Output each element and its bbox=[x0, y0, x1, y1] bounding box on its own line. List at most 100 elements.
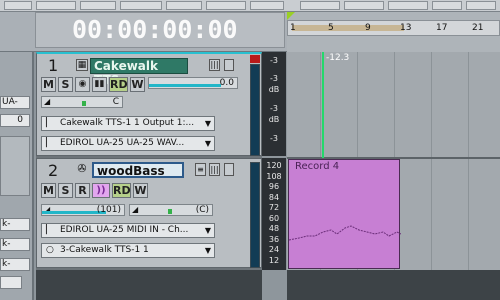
now-time-marker[interactable] bbox=[322, 52, 324, 158]
browser-dropdown[interactable]: UA- bbox=[0, 96, 30, 109]
output-dropdown[interactable]: ▏ Cakewalk TTS-1 1 Output 1:... ▼ bbox=[41, 116, 215, 131]
volume-slider[interactable]: 0.0 bbox=[148, 77, 238, 89]
input-echo-icon[interactable]: )) bbox=[92, 183, 110, 198]
ruler-tick: 21 bbox=[472, 23, 484, 33]
output-icon: ○ bbox=[46, 245, 54, 255]
grid-line bbox=[431, 52, 432, 270]
toolbar-button[interactable] bbox=[206, 1, 246, 10]
chevron-down-icon: ▼ bbox=[204, 119, 211, 128]
scale-label: 72 bbox=[268, 203, 280, 212]
clip-indicator[interactable] bbox=[250, 55, 260, 63]
track-meter bbox=[250, 162, 260, 268]
meter-scale: -3 -3 dB -3 dB -3 bbox=[262, 52, 286, 156]
toolbar-button[interactable] bbox=[36, 1, 76, 10]
strip-icon[interactable]: ||| bbox=[209, 163, 220, 176]
read-automation-button[interactable]: RD bbox=[112, 183, 131, 198]
track-number: 2 bbox=[48, 161, 59, 180]
browser-field[interactable]: 0 bbox=[0, 114, 30, 127]
left-browser-panel: UA- 0 k- k- k- bbox=[0, 52, 34, 300]
pan-value: (C) bbox=[195, 205, 209, 215]
strip-icon[interactable]: ||| bbox=[209, 59, 220, 71]
input-icon: ▏ bbox=[46, 225, 53, 235]
menu-icon[interactable] bbox=[224, 163, 234, 176]
scale-label: -3 bbox=[270, 104, 278, 113]
clip-note-data bbox=[289, 225, 401, 241]
input-icon: ▏ bbox=[46, 138, 53, 148]
pan-icon: ◢ bbox=[132, 205, 139, 214]
toolbar-button[interactable] bbox=[120, 1, 162, 10]
empty-clip-area[interactable] bbox=[287, 270, 500, 300]
write-automation-button[interactable]: W bbox=[133, 183, 148, 198]
pan-slider[interactable]: ◢ C bbox=[41, 96, 123, 108]
input-dropdown[interactable]: ▏ EDIROL UA-25 MIDI IN - Ch... ▼ bbox=[41, 223, 215, 238]
browser-button[interactable] bbox=[0, 276, 22, 289]
scale-label: -3 bbox=[270, 74, 278, 83]
empty-track-area[interactable] bbox=[36, 270, 262, 300]
read-automation-button[interactable]: RD bbox=[109, 77, 128, 92]
chevron-down-icon: ▼ bbox=[204, 246, 211, 255]
browser-dropdown[interactable]: k- bbox=[0, 238, 30, 251]
write-automation-button[interactable]: W bbox=[130, 77, 145, 92]
midi-clip[interactable]: Record 4 bbox=[288, 159, 401, 269]
output-label: Cakewalk TTS-1 1 Output 1:... bbox=[60, 118, 195, 128]
track-meter bbox=[250, 64, 260, 156]
track-strip-2[interactable]: 2 ✇ woodBass ≡ ||| M S R )) RD W ◢ (101)… bbox=[36, 158, 262, 268]
track-name[interactable]: woodBass bbox=[92, 162, 184, 178]
meter-scale: 120 108 96 84 72 60 48 36 24 12 bbox=[262, 158, 286, 270]
chevron-down-icon: ▼ bbox=[204, 226, 211, 235]
input-label: EDIROL UA-25 MIDI IN - Ch... bbox=[60, 225, 189, 235]
output-dropdown[interactable]: ○ 3-Cakewalk TTS-1 1 ▼ bbox=[41, 243, 215, 258]
phase-icon[interactable]: ◉ bbox=[75, 77, 90, 92]
track-name[interactable]: Cakewalk TTS bbox=[90, 58, 188, 87]
ruler-tick: 5 bbox=[328, 23, 334, 33]
toolbar-button[interactable] bbox=[166, 1, 202, 10]
browser-dropdown[interactable]: k- bbox=[0, 218, 30, 231]
clip-name: Record 4 bbox=[295, 161, 340, 172]
volume-fill bbox=[149, 84, 221, 87]
toolbar-button[interactable] bbox=[388, 1, 428, 10]
scale-label: 120 bbox=[266, 161, 282, 170]
strip-icon[interactable]: ≡ bbox=[195, 163, 206, 176]
scale-label: 24 bbox=[268, 245, 280, 254]
browser-dropdown[interactable]: k- bbox=[0, 258, 30, 271]
pan-knob bbox=[168, 209, 172, 214]
toolbar-button[interactable] bbox=[250, 1, 284, 10]
scale-label: dB bbox=[268, 115, 280, 124]
toolbar-button[interactable] bbox=[300, 1, 340, 10]
midi-icon: ✇ bbox=[77, 162, 87, 175]
input-dropdown[interactable]: ▏ EDIROL UA-25 UA-25 WAV... ▼ bbox=[41, 136, 215, 151]
volume-slider[interactable]: ◢ (101) bbox=[41, 204, 125, 216]
scale-label: 108 bbox=[266, 171, 282, 181]
output-label: 3-Cakewalk TTS-1 1 bbox=[60, 245, 149, 255]
toolbar-button[interactable] bbox=[466, 1, 496, 10]
volume-value: 0.0 bbox=[219, 78, 234, 88]
input-label: EDIROL UA-25 UA-25 WAV... bbox=[60, 138, 185, 148]
loop-region[interactable] bbox=[292, 25, 404, 31]
mute-button[interactable]: M bbox=[41, 77, 56, 92]
tool-strip bbox=[0, 0, 500, 12]
pan-knob bbox=[82, 101, 86, 106]
toolbar-button[interactable] bbox=[432, 1, 462, 10]
menu-icon[interactable] bbox=[224, 59, 234, 71]
input-echo-icon[interactable]: ▮▮ bbox=[92, 77, 107, 92]
toolbar-button[interactable] bbox=[80, 1, 116, 10]
solo-button[interactable]: S bbox=[58, 77, 73, 92]
ruler-tick: 17 bbox=[436, 23, 448, 33]
scale-label: 84 bbox=[268, 192, 280, 202]
record-arm-button[interactable]: R bbox=[75, 183, 90, 198]
scale-label: 12 bbox=[268, 255, 280, 265]
ruler-bar[interactable]: 1 5 9 13 17 21 bbox=[287, 20, 500, 36]
browser-list[interactable] bbox=[0, 136, 30, 196]
ruler-tick: 9 bbox=[365, 23, 371, 33]
track-number: 1 bbox=[48, 56, 59, 75]
toolbar-button[interactable] bbox=[4, 1, 32, 10]
volume-value: (101) bbox=[96, 205, 121, 215]
solo-button[interactable]: S bbox=[58, 183, 73, 198]
pan-slider[interactable]: ◢ (C) bbox=[129, 204, 213, 216]
time-display[interactable]: 00:00:00:00 bbox=[35, 12, 285, 48]
mute-button[interactable]: M bbox=[41, 183, 56, 198]
scale-label: 48 bbox=[268, 224, 280, 233]
track-strip-1[interactable]: 1 ▦ Cakewalk TTS ||| M S ◉ ▮▮ RD W 0.0 ◢… bbox=[36, 52, 262, 156]
grid-line bbox=[468, 52, 469, 270]
toolbar-button[interactable] bbox=[344, 1, 384, 10]
